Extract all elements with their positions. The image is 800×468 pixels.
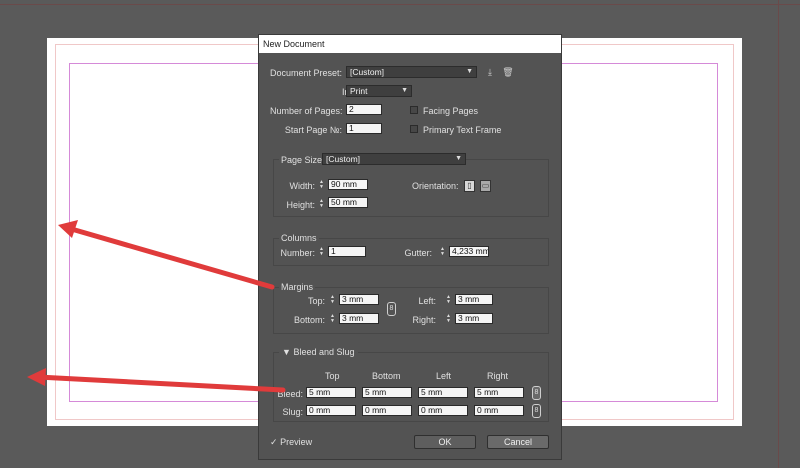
annotation-arrows [27, 220, 286, 393]
arrow-to-margins [58, 220, 275, 290]
arrow-to-bleed [27, 368, 286, 393]
